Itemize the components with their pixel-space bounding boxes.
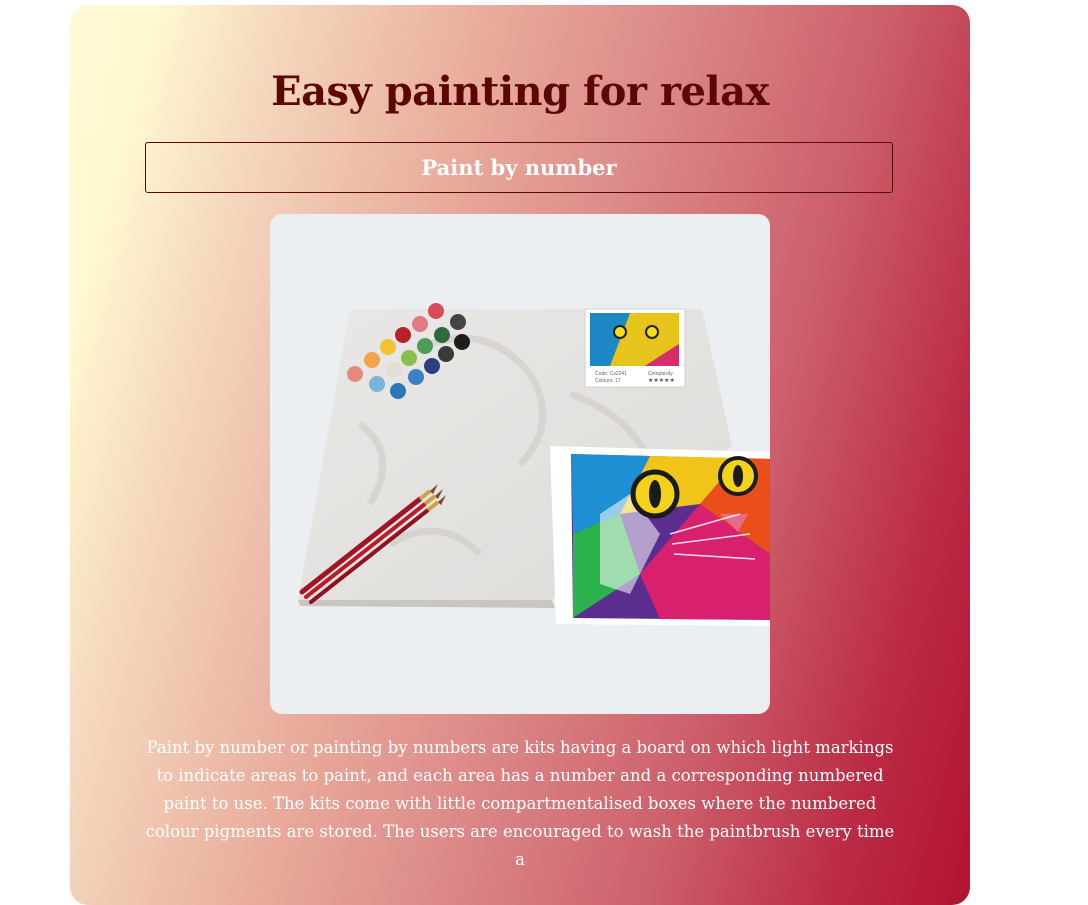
svg-text:Code: Cs2241: Code: Cs2241 xyxy=(595,371,627,377)
subtitle-box: Paint by number xyxy=(145,142,893,193)
page-title: Easy painting for relax xyxy=(271,68,769,115)
subtitle: Paint by number xyxy=(421,155,617,180)
cat-print xyxy=(550,446,770,626)
description-text: Paint by number or painting by numbers a… xyxy=(145,738,895,869)
hero-image: Code: Cs2241 Colours: 17 Complexity ★★★★… xyxy=(270,214,770,714)
reference-card: Code: Cs2241 Colours: 17 Complexity ★★★★… xyxy=(584,308,686,388)
content-card: Easy painting for relax Paint by number xyxy=(70,5,970,905)
svg-text:Colours: 17: Colours: 17 xyxy=(595,378,621,384)
svg-text:★★★★★: ★★★★★ xyxy=(648,377,675,384)
paint-kit-illustration: Code: Cs2241 Colours: 17 Complexity ★★★★… xyxy=(298,303,770,626)
